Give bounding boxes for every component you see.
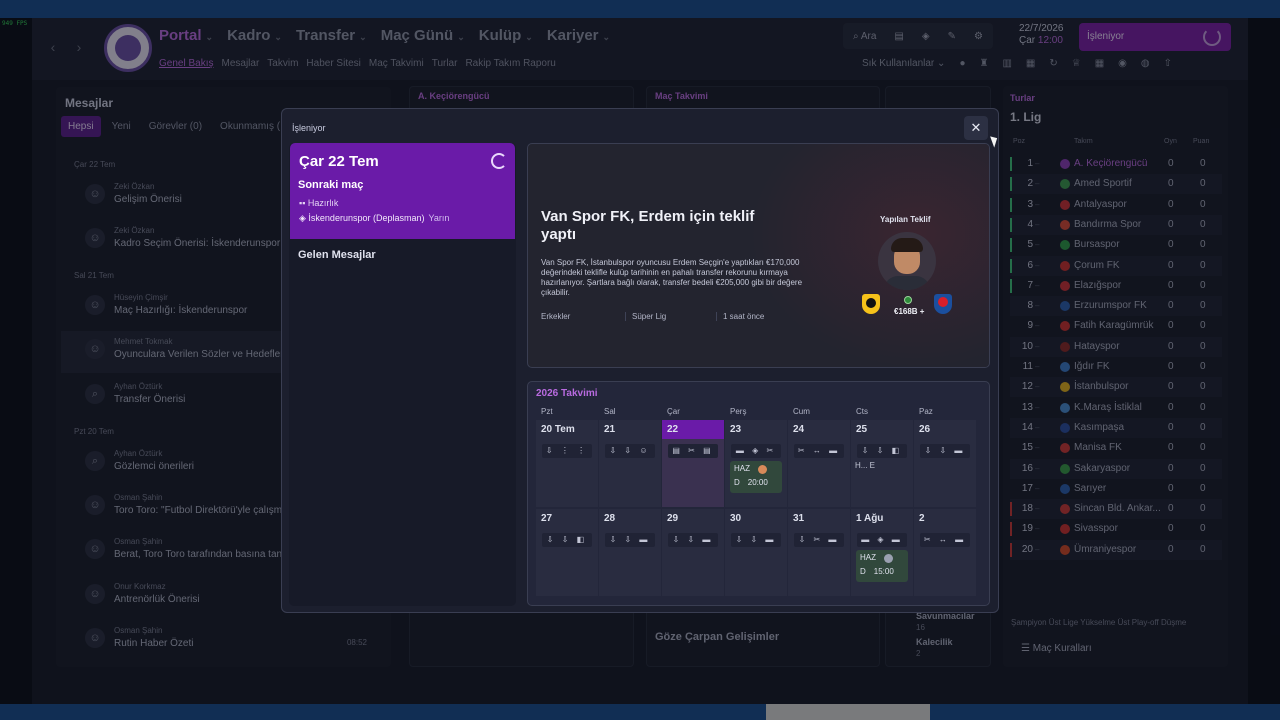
calendar-day-cell[interactable]: 22 ▤ ✂ ▤ — [662, 420, 724, 507]
calendar-day-header: Sal — [604, 407, 616, 416]
offer-meta: Erkekler Süper Lig 1 saat önce — [541, 312, 814, 321]
calendar-date: 25 — [856, 424, 868, 435]
loading-spinner-icon — [491, 153, 507, 169]
friendly-icon: ▪▪ — [299, 198, 308, 208]
calendar-day-cell[interactable]: 27 ⇩ ⇩ ◧ — [536, 509, 598, 596]
calendar-day-cell[interactable]: 29 ⇩ ⇩ ▬ — [662, 509, 724, 596]
training-icons: ✂ ↔ ▬ — [920, 533, 970, 547]
modal-date: Çar 22 Tem — [299, 153, 379, 170]
calendar-date: 1 Ağu — [856, 513, 884, 524]
calendar-day-cell[interactable]: 2 ✂ ↔ ▬ — [914, 509, 976, 596]
calendar-day-cell[interactable]: 26 ⇩ ⇩ ▬ — [914, 420, 976, 507]
calendar-date: 28 — [604, 513, 616, 524]
training-icons: ⇩ ⇩ ◧ — [542, 533, 592, 547]
card-background — [749, 144, 989, 367]
calendar-day-header: Pzt — [541, 407, 553, 416]
match-venue-time: D 20:00 — [734, 478, 768, 487]
offer-body: Van Spor FK, İstanbulspor oyuncusu Erdem… — [541, 258, 803, 297]
training-icons: ⇩ ⇩ ☺ — [605, 444, 655, 458]
training-icons: ▤ ✂ ▤ — [668, 444, 718, 458]
calendar-title: 2026 Takvimi — [536, 388, 598, 399]
calendar-day-header: Çar — [667, 407, 680, 416]
training-icons: ⇩ ⇩ ▬ — [731, 533, 781, 547]
training-icons: ⇩ ⇩ ▬ — [605, 533, 655, 547]
calendar-day-header: Perş — [730, 407, 747, 416]
close-icon: ✕ — [970, 120, 982, 135]
training-icons: ⇩ ⇩ ▬ — [920, 444, 970, 458]
calendar-date: 29 — [667, 513, 679, 524]
training-icons: ⇩ ⇩ ▬ — [668, 533, 718, 547]
training-icons: ▬ ◈ ▬ — [857, 533, 907, 547]
meta-time: 1 saat önce — [723, 312, 765, 321]
next-match-label: Sonraki maç — [298, 179, 364, 191]
calendar-date: 2 — [919, 513, 925, 524]
calendar-day-cell[interactable]: 25 ⇩ ⇩ ◧ H... E — [851, 420, 913, 507]
calendar-day-cell[interactable]: 24 ✂ ↔ ▬ — [788, 420, 850, 507]
next-match-opponent: ◈ İskenderunspor (Deplasman) Yarın — [299, 213, 450, 223]
calendar-date: 24 — [793, 424, 805, 435]
next-match-type: ▪▪ Hazırlık — [299, 198, 339, 208]
training-icons: ✂ ↔ ▬ — [794, 444, 844, 458]
meta-league: Süper Lig — [632, 312, 717, 321]
calendar-date: 20 Tem — [541, 424, 575, 435]
offer-headline: Van Spor FK, Erdem için teklif yaptı — [541, 208, 755, 243]
calendar-panel: 2026 Takvimi Pzt Sal Çar Perş Cum Cts Paz 20 T… — [527, 381, 990, 606]
training-icons: ▬ ◈ ✂ — [731, 444, 781, 458]
ball-icon — [904, 296, 912, 304]
modal-title: İşleniyor — [292, 123, 326, 133]
opponent-crest-icon — [758, 465, 767, 474]
training-icons: ⇩ ⇩ ◧ — [857, 444, 907, 458]
buying-club-crest-icon[interactable] — [934, 294, 952, 314]
offer-fee: €168B + — [894, 307, 925, 316]
incoming-messages-label: Gelen Mesajlar — [298, 249, 376, 261]
match-event[interactable]: HAZ D 15:00 — [856, 550, 908, 582]
selling-club-crest-icon[interactable] — [862, 294, 880, 314]
calendar-day-cell[interactable]: 31 ⇩ ✂ ▬ — [788, 509, 850, 596]
calendar-date: 21 — [604, 424, 616, 435]
offer-badge-label: Yapılan Teklif — [880, 215, 931, 224]
calendar-date: 23 — [730, 424, 742, 435]
calendar-day-header: Paz — [919, 407, 933, 416]
match-venue-time: D 15:00 — [860, 567, 894, 576]
calendar-date: 27 — [541, 513, 553, 524]
calendar-day-cell[interactable]: 20 Tem ⇩ ⋮ ⋮ — [536, 420, 598, 507]
calendar-day-cell[interactable]: 30 ⇩ ⇩ ▬ — [725, 509, 787, 596]
training-icons: ⇩ ✂ ▬ — [794, 533, 844, 547]
player-photo[interactable] — [878, 232, 936, 290]
training-icons: ⇩ ⋮ ⋮ — [542, 444, 592, 458]
match-event[interactable]: HAZ D 20:00 — [730, 461, 782, 493]
calendar-date: 31 — [793, 513, 805, 524]
calendar-day-cell[interactable]: 28 ⇩ ⇩ ▬ — [599, 509, 661, 596]
close-button[interactable]: ✕ — [964, 116, 988, 140]
match-type: HAZ — [734, 464, 750, 473]
calendar-day-header: Cum — [793, 407, 810, 416]
calendar-day-cell[interactable]: 21 ⇩ ⇩ ☺ — [599, 420, 661, 507]
match-summary[interactable]: H... E — [855, 461, 875, 470]
calendar-day-cell[interactable]: 23 ▬ ◈ ✂ HAZ D 20:00 — [725, 420, 787, 507]
meta-gender: Erkekler — [541, 312, 626, 321]
next-match-card[interactable]: Çar 22 Tem Sonraki maç ▪▪ Hazırlık ◈ İsk… — [290, 143, 515, 239]
news-offer-card[interactable]: Van Spor FK, Erdem için teklif yaptı Van… — [527, 143, 990, 368]
calendar-day-header: Cts — [856, 407, 868, 416]
match-type: HAZ — [860, 553, 876, 562]
opponent-crest-icon — [884, 554, 893, 563]
calendar-date: 22 — [662, 420, 724, 439]
calendar-date: 26 — [919, 424, 931, 435]
calendar-date: 30 — [730, 513, 742, 524]
opponent-crest-icon: ◈ — [299, 213, 309, 223]
calendar-day-cell[interactable]: 1 Ağu ▬ ◈ ▬ HAZ D 15:00 — [851, 509, 913, 596]
